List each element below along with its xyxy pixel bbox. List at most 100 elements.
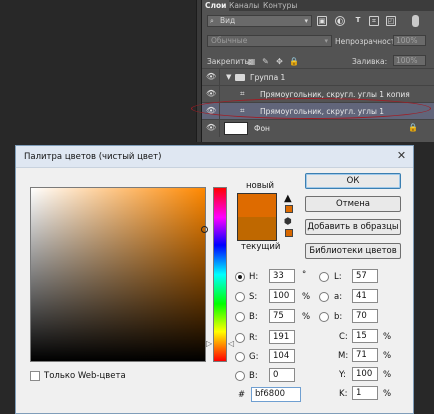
folder-icon — [235, 74, 245, 81]
layers-panel: Слои Каналы Контуры ⌕ Вид ▾ ▣ ◐ T ⌗ ◰ Об… — [202, 0, 434, 142]
s-radio[interactable] — [235, 292, 245, 302]
g-radio[interactable] — [235, 352, 245, 362]
eye-icon[interactable]: 👁 — [206, 89, 216, 99]
web-safe-swatch[interactable] — [285, 229, 293, 237]
k-input[interactable]: 1 — [352, 386, 378, 400]
hue-slider[interactable] — [213, 187, 227, 362]
add-to-swatches-button[interactable]: Добавить в образцы — [305, 219, 401, 235]
lock-icon: 🔒 — [408, 123, 418, 132]
chevron-down-icon: ▾ — [324, 37, 328, 45]
search-icon: ⌕ — [210, 17, 214, 25]
opacity-value: 100% — [396, 36, 418, 45]
c-input[interactable]: 15 — [352, 329, 378, 343]
new-color-swatch — [237, 193, 277, 217]
m-unit: % — [383, 351, 392, 361]
web-safe-cube-icon[interactable]: ⬢ — [284, 217, 292, 227]
tab-channels[interactable]: Каналы — [226, 0, 262, 11]
c-label: C: — [339, 332, 348, 342]
a-label: a: — [334, 292, 343, 302]
g-label: G: — [249, 352, 259, 362]
pixel-filter-icon[interactable]: ▣ — [317, 16, 327, 26]
rgb-b-label: B: — [249, 371, 258, 381]
rgb-b-radio[interactable] — [235, 371, 245, 381]
lab-b-input[interactable]: 70 — [352, 309, 378, 323]
b-radio[interactable] — [235, 312, 245, 322]
expand-triangle-icon[interactable]: ▼ — [226, 73, 231, 81]
gamut-warning-icon[interactable]: ▲ — [284, 193, 292, 204]
a-input[interactable]: 41 — [352, 289, 378, 303]
lock-all-icon[interactable]: 🔒 — [289, 57, 299, 66]
blend-mode-value: Обычные — [211, 36, 248, 45]
a-radio[interactable] — [319, 292, 329, 302]
layer-filter-select[interactable]: ⌕ Вид ▾ — [207, 15, 312, 27]
eye-icon[interactable]: 👁 — [206, 72, 216, 82]
layer-name: Группа 1 — [250, 73, 286, 82]
hex-label: # — [238, 390, 246, 400]
r-radio[interactable] — [235, 333, 245, 343]
s-label: S: — [249, 292, 258, 302]
k-unit: % — [383, 389, 392, 399]
layer-filter-value: Вид — [220, 16, 236, 25]
y-label: Y: — [339, 370, 346, 380]
lock-transparent-icon[interactable]: ▦ — [247, 57, 256, 66]
y-unit: % — [383, 370, 392, 380]
b-label: B: — [249, 312, 258, 322]
y-input[interactable]: 100 — [352, 367, 378, 381]
close-icon[interactable]: ✕ — [395, 150, 408, 163]
highlight-ellipse — [191, 98, 431, 119]
k-label: K: — [339, 389, 348, 399]
fill-input[interactable]: 100% — [393, 55, 426, 66]
layer-thumbnail — [224, 122, 248, 135]
ok-button[interactable]: ОК — [305, 173, 401, 189]
hue-slider-arrow-right-icon[interactable]: ◁ — [228, 339, 234, 348]
shape-layer-icon: ⌗ — [240, 89, 245, 98]
web-only-label: Только Web-цвета — [44, 371, 126, 381]
type-filter-icon[interactable]: T — [353, 16, 363, 26]
hue-slider-arrow-left-icon[interactable]: ▷ — [206, 339, 212, 348]
layer-row-background[interactable]: 👁 Фон 🔒 — [202, 119, 434, 137]
b-input[interactable]: 75 — [269, 309, 295, 323]
m-input[interactable]: 71 — [352, 348, 378, 362]
blend-mode-select[interactable]: Обычные ▾ — [207, 35, 332, 47]
web-only-checkbox[interactable] — [30, 371, 40, 381]
color-field[interactable] — [30, 187, 206, 362]
divider — [219, 86, 220, 103]
rgb-b-input[interactable]: 0 — [269, 368, 295, 382]
dialog-titlebar[interactable]: Палитра цветов (чистый цвет) ✕ — [16, 146, 413, 168]
cancel-button[interactable]: Отмена — [305, 196, 401, 212]
shape-filter-icon[interactable]: ⌗ — [369, 16, 379, 26]
h-label: H: — [249, 272, 259, 282]
layer-row-group[interactable]: 👁 ▼ Группа 1 — [202, 68, 434, 86]
dialog-title: Палитра цветов (чистый цвет) — [24, 152, 162, 162]
r-input[interactable]: 191 — [269, 330, 295, 344]
r-label: R: — [249, 333, 258, 343]
c-unit: % — [383, 332, 392, 342]
gamut-correction-swatch[interactable] — [285, 205, 293, 213]
eye-icon[interactable]: 👁 — [206, 123, 216, 133]
tab-paths[interactable]: Контуры — [260, 0, 300, 11]
adjustment-filter-icon[interactable]: ◐ — [335, 16, 345, 26]
l-radio[interactable] — [319, 272, 329, 282]
opacity-input[interactable]: 100% — [393, 35, 426, 46]
b-unit: % — [302, 312, 311, 322]
hex-input[interactable]: bf6800 — [251, 387, 301, 402]
filter-toggle[interactable] — [412, 15, 419, 27]
current-color-swatch[interactable] — [237, 217, 277, 241]
smart-object-filter-icon[interactable]: ◰ — [386, 16, 396, 26]
lab-b-radio[interactable] — [319, 312, 329, 322]
h-input[interactable]: 33 — [269, 269, 295, 283]
m-label: M: — [338, 351, 349, 361]
l-input[interactable]: 57 — [352, 269, 378, 283]
lock-label: Закрепить: — [207, 57, 252, 66]
color-field-marker[interactable] — [201, 226, 208, 233]
layer-name: Фон — [254, 124, 270, 133]
s-input[interactable]: 100 — [269, 289, 295, 303]
lab-b-label: b: — [334, 312, 343, 322]
g-input[interactable]: 104 — [269, 349, 295, 363]
l-label: L: — [334, 272, 342, 282]
canvas-area — [0, 0, 196, 142]
h-radio[interactable] — [235, 272, 245, 282]
color-libraries-button[interactable]: Библиотеки цветов — [305, 243, 401, 259]
lock-image-icon[interactable]: ✎ — [261, 57, 270, 66]
lock-position-icon[interactable]: ✥ — [275, 57, 284, 66]
